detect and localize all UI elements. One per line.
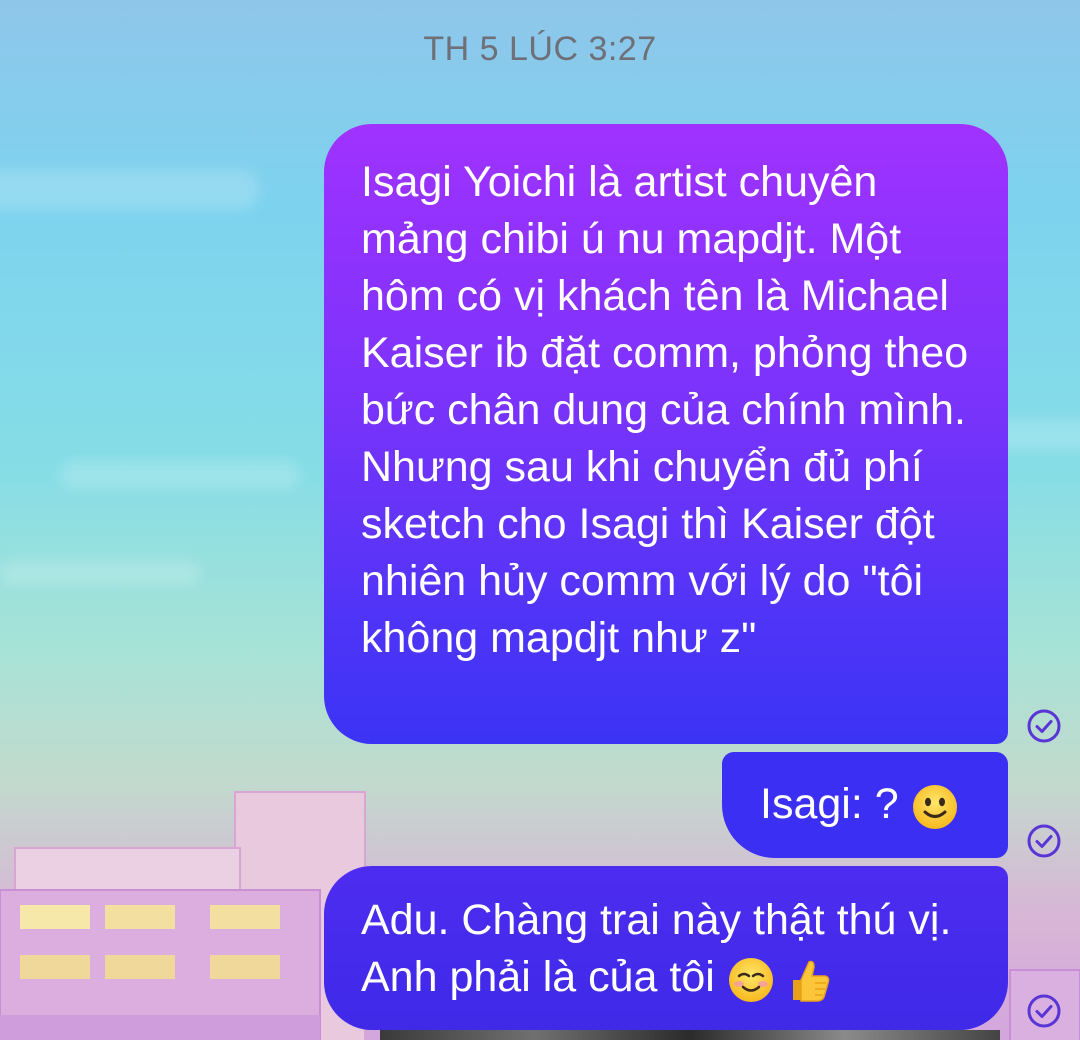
read-receipt-icon (1027, 824, 1061, 858)
image-preview-edge (380, 1030, 1000, 1040)
thumbs-up-icon (792, 960, 830, 1002)
message-bubble-1[interactable]: Isagi Yoichi là artist chuyên mảng chibi… (324, 124, 1008, 744)
smiling-face-icon (728, 957, 773, 1002)
message-bubble-3[interactable]: Adu. Chàng trai này thật thú vị. Anh phả… (324, 866, 1008, 1030)
slightly-smiling-face-icon (912, 784, 957, 829)
message-bubble-2[interactable]: Isagi: ? (722, 752, 1008, 858)
read-receipt-icon (1027, 994, 1061, 1028)
message-text: Isagi Yoichi là artist chuyên mảng chibi… (361, 158, 969, 662)
read-receipt-icon (1027, 709, 1061, 743)
message-timestamp: TH 5 LÚC 3:27 (423, 30, 657, 68)
message-text: Adu. Chàng trai này thật thú vị. Anh phả… (361, 896, 952, 1001)
message-text: Isagi: ? (760, 780, 911, 828)
